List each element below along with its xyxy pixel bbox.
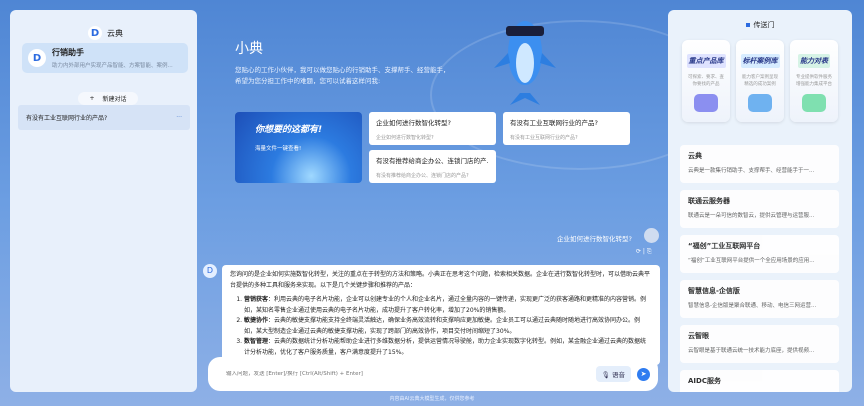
assistant-icon: D xyxy=(28,49,46,67)
plus-icon: + xyxy=(89,95,95,102)
portal-item[interactable]: 联通云服务器 联通云是一朵可信的数智云，提供云管理与运营服... xyxy=(680,190,839,228)
assistant-desc: 助力内外部用户实现产品智能、方案智能、案例... xyxy=(52,63,173,69)
assistant-name: 行销助手 xyxy=(52,48,84,57)
app-logo: D 云典 xyxy=(88,26,123,40)
answer-point: 数智管理：云典的数据统计分析功能帮助企业进行多维数据分析，提供运营情况导驶舱，助… xyxy=(244,337,652,358)
product-icon xyxy=(694,94,718,112)
portal-item[interactable]: 云智眼 云智眼是基于联通云统一技术能力底座，提供视频... xyxy=(680,325,839,363)
send-button[interactable]: ➤ xyxy=(637,367,650,381)
portal-item[interactable]: AIDC服务 xyxy=(680,370,839,392)
portal-panel: 传送门 重点产品库 可探索、要求、查你要找的产品 标杆案例库 能力客户案例呈现精选的… xyxy=(668,10,852,392)
message-actions[interactable]: ⟳ | ⎘ xyxy=(636,248,652,256)
portal-tile[interactable]: 标杆案例库 能力客户案例呈现精选的成功案例 xyxy=(736,40,784,122)
portal-title: 传送门 xyxy=(668,20,852,30)
chat-input[interactable] xyxy=(226,371,596,377)
portal-tile[interactable]: 重点产品库 可探索、要求、查你要找的产品 xyxy=(682,40,730,122)
bot-avatar: D xyxy=(203,264,217,278)
case-icon xyxy=(748,94,772,112)
suggestion-card[interactable]: 有没有推荐给商企办公、连锁门店的产... 有没有推荐给商企办公、连锁门店的产品? xyxy=(369,150,496,183)
portal-tile[interactable]: 能力对表 专业提供软件服务增强能力集成平台 xyxy=(790,40,838,122)
microphone-icon: 🎙 xyxy=(601,371,610,379)
banner-card[interactable]: 你想要的这都有! 海量文件一键查看! xyxy=(235,112,362,183)
answer-point: 营销获客：利用云典的电子名片功能，企业可以创建专业的个人和企业名片，通过全量内容… xyxy=(244,295,652,316)
portal-item[interactable]: 智慧信息-企信版 智慧信息-企信版是聚合联通、移动、电信三网运营... xyxy=(680,280,839,318)
suggestion-card[interactable]: 企业如何进行数智化转型? 企业如何进行数智化转型? xyxy=(369,112,496,145)
portal-item[interactable]: “福创”工业互联网平台 “福创”工业互联网平台提供一个全应用场景的应用... xyxy=(680,235,839,273)
chat-input-box: 🎙 语音 ➤ xyxy=(208,357,658,391)
portal-item[interactable]: 云典 云典是一款集行销助手、支撑帮手、经营能手于一... xyxy=(680,145,839,183)
more-icon[interactable]: ··· xyxy=(176,114,182,121)
logo-icon: D xyxy=(88,26,102,40)
capability-icon xyxy=(802,94,826,112)
history-item[interactable]: 有没有工业互联网行业的产品? ··· xyxy=(18,105,190,130)
square-icon xyxy=(745,23,750,27)
answer-point: 敏捷协作：云典的敏捷支撑功能支持全终端灵活触达，确保业务高效流转和支撑响应更加敏… xyxy=(244,316,652,337)
user-message: 企业如何进行数智化转型? xyxy=(557,235,632,243)
voice-button[interactable]: 🎙 语音 xyxy=(595,366,631,382)
new-chat-button[interactable]: + 新建对话 xyxy=(78,92,138,105)
suggestion-card[interactable]: 有没有工业互联网行业的产品? 有没有工业互联网行业的产品? xyxy=(503,112,630,145)
intro-text: 您贴心的工作小伙伴，我可以做您贴心的行销助手、支撑帮手、经营能手， 希望为您分担工… xyxy=(235,66,450,85)
bot-answer: 您询问的是企业如何实施数智化转型，关注的重点在于转型的方法和策略。小典正在思考这… xyxy=(222,265,660,365)
dolphin-mascot-icon xyxy=(494,21,556,105)
assistant-card[interactable]: D 行销助手助力内外部用户实现产品智能、方案智能、案例... xyxy=(22,43,188,73)
page-title: 小典 xyxy=(235,41,263,57)
sidebar: D 云典 D 行销助手 助力内外部用户实现产品智能、方案智能、案例... + 新建对话 … xyxy=(10,10,197,392)
user-avatar xyxy=(644,228,659,243)
disclaimer: 内容由AI云典大模型生成，仅供您参考 xyxy=(389,396,475,402)
